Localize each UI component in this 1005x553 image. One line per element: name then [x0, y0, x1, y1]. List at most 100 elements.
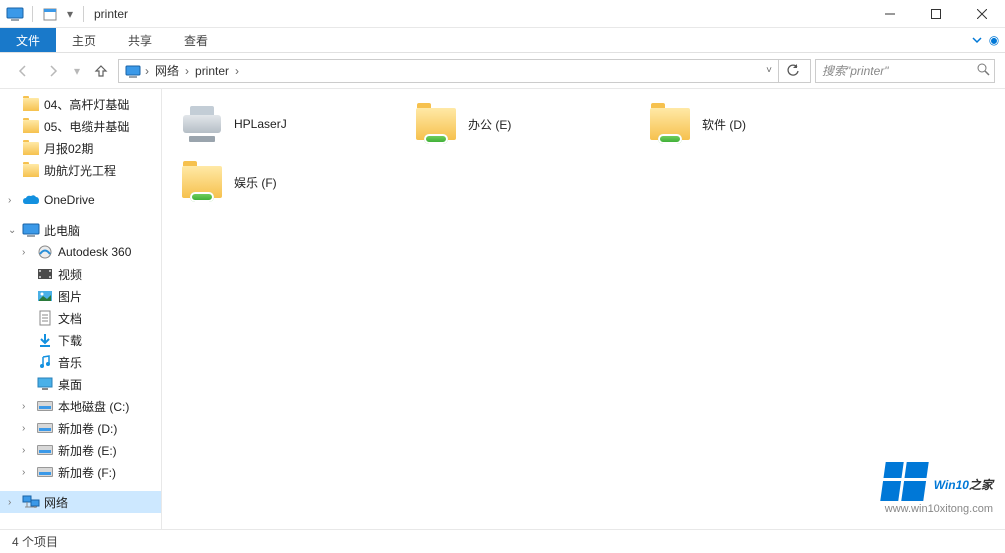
nav-pane[interactable]: 04、高杆灯基础 05、电缆井基础 月报02期 助航灯光工程 ›OneDrive…	[0, 89, 162, 529]
watermark-url[interactable]: www.win10xitong.com	[885, 503, 993, 515]
thispc-child[interactable]: 音乐	[0, 351, 161, 373]
disk-icon	[36, 419, 54, 437]
thispc-child[interactable]: › 新加卷 (F:)	[0, 461, 161, 483]
tab-view[interactable]: 查看	[168, 28, 224, 52]
maximize-button[interactable]	[913, 0, 959, 28]
tree-label: 文档	[58, 310, 82, 327]
tree-label: 桌面	[58, 376, 82, 393]
thispc-child[interactable]: › Autodesk 360	[0, 241, 161, 263]
network-icon	[22, 493, 40, 511]
tree-label: 月报02期	[44, 140, 93, 157]
item-printer[interactable]: HPLaserJ	[176, 99, 404, 149]
ribbon: 文件 主页 共享 查看 ◉	[0, 28, 1005, 53]
recent-dropdown[interactable]: ▾	[70, 58, 84, 84]
tree-label: 04、高杆灯基础	[44, 96, 129, 113]
share-folder-icon	[180, 160, 224, 204]
tree-label: 下载	[58, 332, 82, 349]
tree-label: Autodesk 360	[58, 245, 131, 259]
caret-icon[interactable]: ›	[22, 445, 32, 456]
quick-item[interactable]: 05、电缆井基础	[0, 115, 161, 137]
item-label: 办公 (E)	[468, 116, 511, 133]
caret-icon[interactable]: ›	[22, 401, 32, 412]
window-controls	[867, 0, 1005, 28]
crumb-printer[interactable]: printer	[191, 64, 233, 78]
address-dropdown-icon[interactable]: ˅	[766, 65, 772, 76]
search-input[interactable]	[822, 64, 977, 78]
disk-icon	[36, 441, 54, 459]
tree-label: 此电脑	[44, 222, 80, 239]
thispc-node[interactable]: ⌄ 此电脑	[0, 219, 161, 241]
tree-label: 视频	[58, 266, 82, 283]
quick-item[interactable]: 月报02期	[0, 137, 161, 159]
tree-label: 助航灯光工程	[44, 162, 116, 179]
item-label: 娱乐 (F)	[234, 174, 277, 191]
quick-item[interactable]: 助航灯光工程	[0, 159, 161, 181]
minimize-button[interactable]	[867, 0, 913, 28]
thispc-child[interactable]: 视频	[0, 263, 161, 285]
crumb-network[interactable]: 网络	[151, 62, 183, 79]
caret-icon[interactable]: ›	[22, 423, 32, 434]
status-bar: 4 个项目	[0, 529, 1005, 553]
item-grid: HPLaserJ 办公 (E) 软件 (D) 娱乐 (F)	[176, 99, 991, 207]
close-button[interactable]	[959, 0, 1005, 28]
thispc-child[interactable]: 下载	[0, 329, 161, 351]
properties-icon[interactable]	[39, 3, 61, 25]
caret-icon[interactable]: ›	[22, 467, 32, 478]
thispc-child[interactable]: › 新加卷 (D:)	[0, 417, 161, 439]
crumb-separator[interactable]: ›	[183, 64, 191, 78]
location-icon	[123, 64, 143, 78]
thispc-child[interactable]: ›本地磁盘 (C:)	[0, 395, 161, 417]
network-node[interactable]: ›网络	[0, 491, 161, 513]
crumb-separator[interactable]: ›	[143, 64, 151, 78]
item-share[interactable]: 软件 (D)	[644, 99, 872, 149]
item-label: HPLaserJ	[234, 117, 287, 131]
refresh-button[interactable]	[778, 59, 806, 83]
onedrive-node[interactable]: ›OneDrive	[0, 189, 161, 211]
status-text: 4 个项目	[12, 533, 58, 550]
thispc-child[interactable]: 文档	[0, 307, 161, 329]
caret-icon[interactable]: ›	[8, 497, 18, 508]
item-share[interactable]: 办公 (E)	[410, 99, 638, 149]
video-icon	[36, 265, 54, 283]
caret-icon[interactable]: ›	[22, 247, 32, 258]
back-button[interactable]	[10, 58, 36, 84]
music-icon	[36, 353, 54, 371]
forward-button[interactable]	[40, 58, 66, 84]
a360-icon	[36, 243, 54, 261]
printer-icon	[180, 102, 224, 146]
windows-logo-icon	[880, 462, 928, 501]
caret-icon[interactable]: ⌄	[8, 225, 18, 236]
quick-item[interactable]: 04、高杆灯基础	[0, 93, 161, 115]
pc-icon	[22, 221, 40, 239]
search-icon[interactable]	[977, 63, 990, 79]
crumb-separator[interactable]: ›	[233, 64, 241, 78]
thispc-child[interactable]: 桌面	[0, 373, 161, 395]
tab-home[interactable]: 主页	[56, 28, 112, 52]
thispc-child[interactable]: › 新加卷 (E:)	[0, 439, 161, 461]
window-title: printer	[94, 7, 128, 21]
up-button[interactable]	[88, 58, 114, 84]
item-share[interactable]: 娱乐 (F)	[176, 157, 404, 207]
tree-label: 新加卷 (F:)	[58, 464, 116, 481]
documents-icon	[36, 309, 54, 327]
share-folder-icon	[414, 102, 458, 146]
tab-file[interactable]: 文件	[0, 28, 56, 52]
tree-label: 新加卷 (D:)	[58, 420, 117, 437]
disk-icon	[36, 463, 54, 481]
ribbon-expand-button[interactable]: ◉	[965, 28, 1005, 52]
caret-icon[interactable]: ›	[8, 195, 18, 206]
tab-share[interactable]: 共享	[112, 28, 168, 52]
tree-label: 图片	[58, 288, 82, 305]
share-folder-icon	[648, 102, 692, 146]
address-input[interactable]: › 网络 › printer › ˅	[118, 59, 811, 83]
thispc-child[interactable]: 图片	[0, 285, 161, 307]
pc-icon[interactable]	[4, 3, 26, 25]
item-label: 软件 (D)	[702, 116, 746, 133]
explorer-body: 04、高杆灯基础 05、电缆井基础 月报02期 助航灯光工程 ›OneDrive…	[0, 89, 1005, 529]
search-box[interactable]	[815, 59, 995, 83]
desktop-icon	[36, 375, 54, 393]
tree-label: 新加卷 (E:)	[58, 442, 117, 459]
qat-dropdown-icon[interactable]: ▾	[63, 3, 77, 25]
content-pane[interactable]: HPLaserJ 办公 (E) 软件 (D) 娱乐 (F) Win10之家 ww…	[162, 89, 1005, 529]
download-icon	[36, 331, 54, 349]
